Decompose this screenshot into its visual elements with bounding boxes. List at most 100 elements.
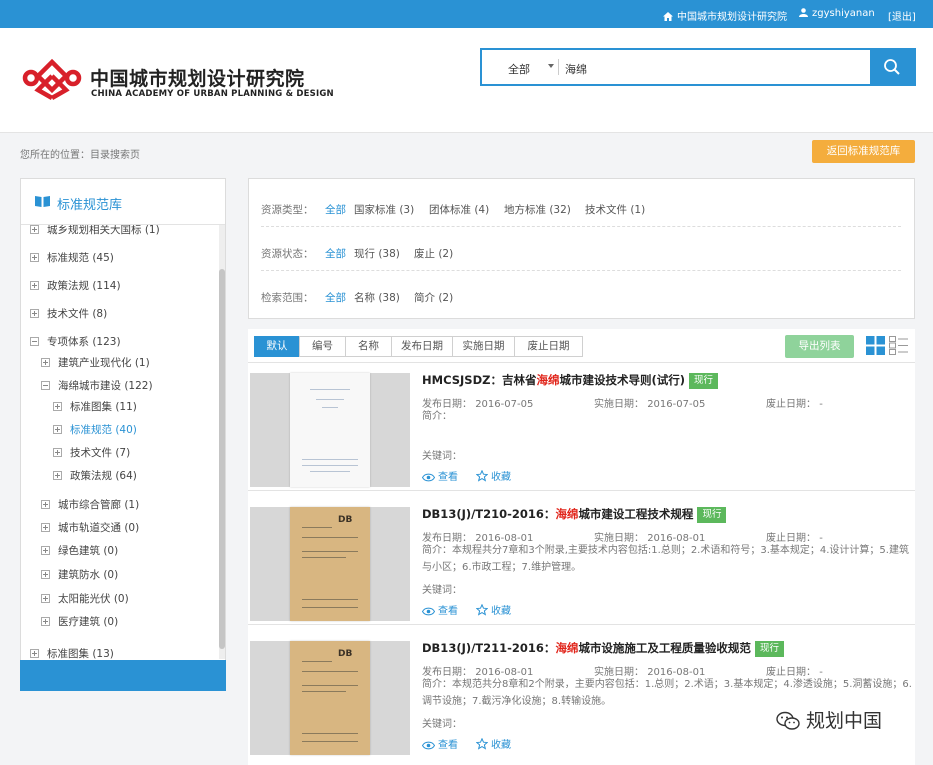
brand-name-en: CHINA ACADEMY OF URBAN PLANNING & DESIGN	[91, 89, 334, 99]
tree-item-13[interactable]: 城市轨道交通 (0)	[41, 520, 139, 535]
filter-option[interactable]: 名称 (38)	[354, 290, 400, 305]
search-scope-select[interactable]: 全部	[508, 61, 530, 77]
expand-icon[interactable]	[53, 402, 62, 411]
expand-icon[interactable]	[41, 358, 50, 367]
tree-item-label: 建筑产业现代化 (1)	[58, 357, 150, 369]
tree-item-18[interactable]: 标准图集 (13)	[30, 646, 114, 659]
result-item: DB DB13(J)/T211-2016：海绵城市设施施工及工程质量验收规范 现行…	[248, 631, 915, 759]
expand-icon[interactable]	[30, 253, 39, 262]
view-button[interactable]: 查看	[421, 468, 458, 483]
tree-item-6[interactable]: 建筑产业现代化 (1)	[41, 355, 150, 370]
eye-icon	[421, 741, 436, 750]
search-button[interactable]	[870, 50, 914, 84]
sort-tab-name[interactable]: 名称	[345, 336, 392, 357]
list-view-icon[interactable]	[889, 336, 908, 355]
status-badge: 现行	[754, 641, 784, 657]
sort-tab-default[interactable]: 默认	[254, 336, 300, 357]
tree-item-15[interactable]: 建筑防水 (0)	[41, 567, 118, 582]
home-link[interactable]: 中国城市规划设计研究院	[663, 8, 787, 23]
document-thumbnail[interactable]: DB	[250, 507, 410, 621]
filter-label: 资源类型：	[261, 204, 314, 216]
favorite-button[interactable]: 收藏	[475, 736, 511, 751]
document-thumbnail[interactable]: DB	[250, 641, 410, 755]
tree-item-10[interactable]: 技术文件 (7)	[53, 445, 130, 460]
tree-item-label: 政策法规 (64)	[70, 470, 137, 482]
collapse-icon[interactable]	[41, 381, 50, 390]
result-title[interactable]: DB13(J)/T211-2016：海绵城市设施施工及工程质量验收规范 现行	[422, 640, 784, 657]
tree-item-9[interactable]: 标准规范 (40)	[53, 422, 137, 437]
star-icon	[475, 603, 489, 616]
filter-option[interactable]: 全部	[325, 202, 346, 217]
expand-icon[interactable]	[30, 309, 39, 318]
collapse-icon[interactable]	[30, 337, 39, 346]
favorite-button[interactable]: 收藏	[475, 468, 511, 483]
expand-icon[interactable]	[53, 425, 62, 434]
expand-icon[interactable]	[30, 281, 39, 290]
tree-item-8[interactable]: 标准图集 (11)	[53, 399, 137, 414]
filter-option[interactable]: 简介 (2)	[414, 290, 453, 305]
sort-tab-abolish-date[interactable]: 废止日期	[514, 336, 583, 357]
tree-item-11[interactable]: 政策法规 (64)	[53, 468, 137, 483]
tree-item-17[interactable]: 医疗建筑 (0)	[41, 614, 118, 629]
back-to-library-button[interactable]: 返回标准规范库	[812, 140, 915, 163]
tree-item-7[interactable]: 海绵城市建设 (122)	[41, 378, 153, 393]
expand-icon[interactable]	[30, 649, 39, 658]
filter-option[interactable]: 国家标准 (3)	[354, 202, 414, 217]
user-link[interactable]: zgyshiyanan	[799, 8, 875, 19]
filter-option[interactable]: 地方标准 (32)	[504, 202, 571, 217]
chevron-down-icon[interactable]	[548, 64, 554, 68]
grid-view-icon[interactable]	[866, 336, 885, 355]
expand-icon[interactable]	[41, 594, 50, 603]
tree-item-5[interactable]: 专项体系 (123)	[30, 334, 121, 349]
expand-icon[interactable]	[41, 500, 50, 509]
favorite-button[interactable]: 收藏	[475, 602, 511, 617]
search-divider	[558, 59, 559, 75]
tree-item-label: 标准规范 (40)	[70, 424, 137, 436]
filter-option[interactable]: 技术文件 (1)	[585, 202, 645, 217]
sidebar-scroll-thumb[interactable]	[219, 269, 225, 649]
brand-name-cn: 中国城市规划设计研究院	[90, 68, 305, 90]
tree-item-4[interactable]: 技术文件 (8)	[30, 306, 107, 321]
view-button[interactable]: 查看	[421, 736, 458, 751]
title-text: 城市建设工程技术规程	[578, 507, 694, 521]
expand-icon[interactable]	[30, 225, 39, 234]
result-item: DB DB13(J)/T210-2016：海绵城市建设工程技术规程 现行 发布日期…	[248, 497, 915, 625]
user-icon	[799, 8, 808, 17]
document-thumbnail[interactable]	[250, 373, 410, 487]
tree-item-label: 绿色建筑 (0)	[58, 545, 119, 557]
expand-icon[interactable]	[53, 471, 62, 480]
sort-tab-implement-date[interactable]: 实施日期	[452, 336, 515, 357]
filter-option[interactable]: 全部	[325, 290, 346, 305]
filter-option[interactable]: 废止 (2)	[414, 246, 453, 261]
result-code: HMCSJSDZ：	[422, 373, 502, 387]
result-title[interactable]: HMCSJSDZ：吉林省海绵城市建设技术导则(试行) 现行	[422, 372, 718, 389]
tree-item-label: 建筑防水 (0)	[58, 569, 119, 581]
tree-item-1[interactable]: 城乡规划相关大国标 (1)	[30, 225, 160, 237]
filter-option[interactable]: 现行 (38)	[354, 246, 400, 261]
expand-icon[interactable]	[41, 546, 50, 555]
filter-option[interactable]: 团体标准 (4)	[429, 202, 489, 217]
search-input[interactable]: 海绵	[565, 61, 587, 77]
tree-item-16[interactable]: 太阳能光伏 (0)	[41, 591, 129, 606]
tree-item-label: 政策法规 (114)	[47, 280, 121, 292]
sort-tab-publish-date[interactable]: 发布日期	[391, 336, 453, 357]
expand-icon[interactable]	[41, 523, 50, 532]
expand-icon[interactable]	[41, 617, 50, 626]
sort-tab-code[interactable]: 编号	[299, 336, 346, 357]
tree-item-label: 海绵城市建设 (122)	[58, 380, 153, 392]
wechat-icon	[776, 711, 800, 730]
status-badge: 现行	[697, 507, 727, 523]
expand-icon[interactable]	[53, 448, 62, 457]
tree-item-2[interactable]: 标准规范 (45)	[30, 250, 114, 265]
export-list-button[interactable]: 导出列表	[785, 335, 854, 358]
logout-link[interactable]: [退出]	[888, 8, 916, 23]
tree-item-14[interactable]: 绿色建筑 (0)	[41, 543, 118, 558]
result-title[interactable]: DB13(J)/T210-2016：海绵城市建设工程技术规程 现行	[422, 506, 727, 523]
view-button[interactable]: 查看	[421, 602, 458, 617]
expand-icon[interactable]	[41, 570, 50, 579]
filter-option[interactable]: 全部	[325, 246, 346, 261]
tree-item-12[interactable]: 城市综合管廊 (1)	[41, 497, 139, 512]
sidebar-title: 标准规范库	[57, 198, 123, 213]
tree-item-3[interactable]: 政策法规 (114)	[30, 278, 121, 293]
brand-logo[interactable]: 中国城市规划设计研究院 CHINA ACADEMY OF URBAN PLANN…	[22, 58, 334, 105]
